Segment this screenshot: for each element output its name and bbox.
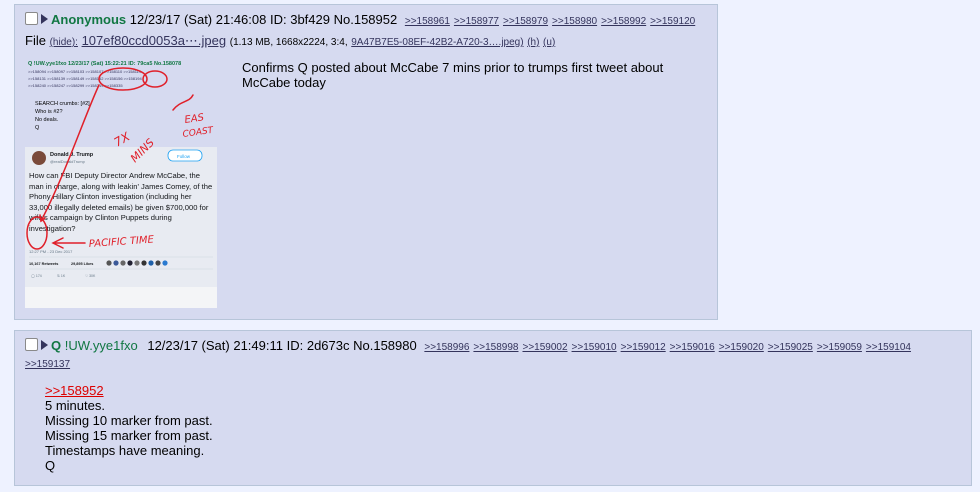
thumbnail-bottom-margin bbox=[25, 287, 217, 308]
backlink[interactable]: >>158979 bbox=[503, 16, 548, 27]
poster-id[interactable]: ID: 3bf429 bbox=[270, 12, 330, 27]
svg-text:⇅ 1K: ⇅ 1K bbox=[57, 274, 66, 278]
embedded-crumb-line: No deals. bbox=[35, 117, 59, 123]
backlink[interactable]: >>159137 bbox=[25, 359, 70, 370]
image-search-u-link[interactable]: (u) bbox=[543, 37, 555, 48]
poster-tripcode: !UW.yye1fxo bbox=[64, 338, 138, 353]
post-number[interactable]: No.158952 bbox=[334, 12, 398, 27]
backlink[interactable]: >>158961 bbox=[405, 16, 450, 27]
backlink[interactable]: >>159020 bbox=[719, 342, 764, 353]
embedded-crumb-line: SEARCH crumbs: [#2] bbox=[35, 101, 90, 107]
message-line: Missing 15 marker from past. bbox=[45, 428, 213, 443]
backlink[interactable]: >>159025 bbox=[768, 342, 813, 353]
backlink[interactable]: >>159012 bbox=[621, 342, 666, 353]
post-message: >>158952 5 minutes. Missing 10 marker fr… bbox=[45, 383, 213, 473]
post-header-backlinks-line2: >>159137 bbox=[25, 355, 70, 370]
tweet-text-box: How can FBI Deputy Director Andrew McCab… bbox=[29, 171, 213, 233]
tweet-retweets: 10,167 Retweets bbox=[29, 262, 58, 266]
backlink[interactable]: >>159010 bbox=[572, 342, 617, 353]
message-line: 5 minutes. bbox=[45, 398, 105, 413]
file-meta: (1.13 MB, 1668x2224, 3:4, bbox=[229, 37, 348, 48]
post-menu-arrow-icon[interactable] bbox=[41, 14, 48, 24]
tweet-avatar bbox=[32, 151, 46, 165]
backlink[interactable]: >>158998 bbox=[473, 342, 518, 353]
message-line: Timestamps have meaning. bbox=[45, 443, 205, 458]
backlink[interactable]: >>159120 bbox=[650, 16, 695, 27]
poster-id[interactable]: ID: 2d673c bbox=[287, 338, 350, 353]
message-line: Q bbox=[45, 458, 56, 473]
embedded-crumb-line: Who is #2? bbox=[35, 109, 63, 115]
svg-text:>>158094 >>158097 >>158103 >>1: >>158094 >>158097 >>158103 >>158107 >>15… bbox=[28, 69, 142, 74]
svg-text:◯ 174: ◯ 174 bbox=[31, 273, 42, 278]
svg-text:>>158131 >>158139 >>158149 >>1: >>158131 >>158139 >>158149 >>158152 >>15… bbox=[28, 76, 142, 81]
post-image-thumbnail[interactable]: Q !UW.yye1fxo 12/23/17 (Sat) 15:22:21 ID… bbox=[25, 55, 217, 308]
poster-name: Anonymous bbox=[51, 12, 127, 27]
file-info: File (hide): 107ef80ccd0053a⋯.jpeg (1.13… bbox=[25, 33, 555, 49]
file-hash-link[interactable]: 9A47B7E5-08EF-42B2-A720-3….jpeg) bbox=[351, 37, 523, 48]
tweet-action-counts: ◯ 174 ⇅ 1K ♡ 30K bbox=[31, 273, 96, 278]
file-name-link[interactable]: 107ef80ccd0053a⋯.jpeg bbox=[82, 33, 227, 48]
post-158980: Q !UW.yye1fxo 12/23/17 (Sat) 21:49:11 ID… bbox=[14, 330, 972, 486]
post-number[interactable]: No.158980 bbox=[353, 338, 417, 353]
post-datetime: 12/23/17 (Sat) 21:46:08 bbox=[129, 12, 267, 27]
backlink[interactable]: >>158992 bbox=[601, 16, 646, 27]
hide-link[interactable]: (hide): bbox=[50, 37, 78, 48]
poster-name: Q bbox=[51, 338, 62, 353]
backlink[interactable]: >>158980 bbox=[552, 16, 597, 27]
file-label: File bbox=[25, 33, 46, 48]
embedded-crumb-line: Q bbox=[35, 125, 40, 131]
tweet-follow-label: Follow bbox=[177, 154, 191, 159]
post-message: Confirms Q posted about McCabe 7 mins pr… bbox=[242, 60, 664, 90]
post-checkbox[interactable] bbox=[25, 338, 38, 351]
post-158952: Anonymous 12/23/17 (Sat) 21:46:08 ID: 3b… bbox=[14, 4, 718, 320]
post-menu-arrow-icon[interactable] bbox=[41, 340, 48, 350]
backlink[interactable]: >>159016 bbox=[670, 342, 715, 353]
tweet-likes: 29,895 Likes bbox=[71, 262, 93, 266]
message-line: Missing 10 marker from past. bbox=[45, 413, 213, 428]
post-header: Q !UW.yye1fxo 12/23/17 (Sat) 21:49:11 ID… bbox=[25, 338, 911, 353]
backlink[interactable]: >>159059 bbox=[817, 342, 862, 353]
thumbnail-graphic: Q !UW.yye1fxo 12/23/17 (Sat) 15:22:21 ID… bbox=[25, 55, 217, 308]
tweet-time: 12:27 PM - 23 Dec 2017 bbox=[29, 249, 73, 254]
backlink[interactable]: >>158996 bbox=[424, 342, 469, 353]
tweet-text: How can FBI Deputy Director Andrew McCab… bbox=[29, 171, 213, 233]
post-header: Anonymous 12/23/17 (Sat) 21:46:08 ID: 3b… bbox=[25, 12, 695, 27]
backlink[interactable]: >>158977 bbox=[454, 16, 499, 27]
quote-link[interactable]: >>158952 bbox=[45, 383, 104, 398]
post-checkbox[interactable] bbox=[25, 12, 38, 25]
backlink[interactable]: >>159002 bbox=[522, 342, 567, 353]
backlink[interactable]: >>159104 bbox=[866, 342, 911, 353]
image-search-h-link[interactable]: (h) bbox=[527, 37, 539, 48]
svg-text:♡ 30K: ♡ 30K bbox=[85, 274, 96, 278]
post-datetime: 12/23/17 (Sat) 21:49:11 bbox=[147, 338, 283, 353]
embedded-q-header: Q !UW.yye1fxo 12/23/17 (Sat) 15:22:21 ID… bbox=[28, 61, 181, 67]
tweet-liker-avatars bbox=[106, 260, 168, 266]
